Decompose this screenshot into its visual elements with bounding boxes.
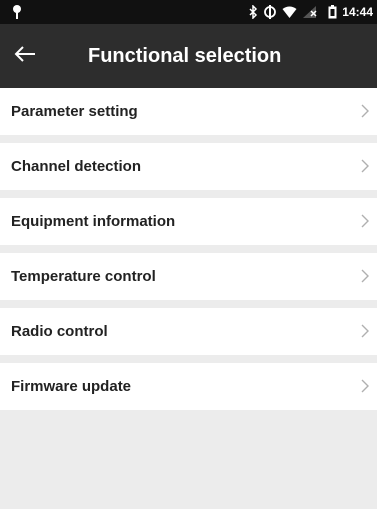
chevron-right-icon (361, 324, 369, 338)
status-time: 14:44 (342, 5, 373, 19)
menu-item-label: Parameter setting (11, 103, 138, 120)
menu-item-temperature-control[interactable]: Temperature control (0, 253, 377, 300)
menu-item-label: Temperature control (11, 268, 156, 285)
menu-item-label: Radio control (11, 323, 108, 340)
function-menu-list: Parameter setting Channel detection Equi… (0, 88, 377, 410)
chevron-right-icon (361, 104, 369, 118)
chevron-right-icon (361, 269, 369, 283)
sync-icon (263, 5, 277, 19)
chevron-right-icon (361, 214, 369, 228)
menu-item-label: Equipment information (11, 213, 176, 230)
title-bar: Functional selection (0, 24, 377, 88)
menu-item-firmware-update[interactable]: Firmware update (0, 363, 377, 410)
menu-item-label: Channel detection (11, 158, 142, 175)
status-icons: 14:44 (248, 0, 373, 24)
location-pin-icon (10, 3, 24, 21)
back-arrow-icon (14, 45, 36, 67)
menu-item-parameter-setting[interactable]: Parameter setting (0, 88, 377, 135)
no-signal-icon (302, 5, 317, 19)
chevron-right-icon (361, 159, 369, 173)
back-button[interactable] (10, 42, 40, 70)
status-bar: 14:44 (0, 0, 377, 24)
battery-icon (328, 5, 337, 19)
app-screen: 14:44 Functional selection Parameter set… (0, 0, 377, 509)
bluetooth-icon (248, 5, 258, 19)
chevron-right-icon (361, 379, 369, 393)
menu-item-channel-detection[interactable]: Channel detection (0, 143, 377, 190)
menu-item-equipment-information[interactable]: Equipment information (0, 198, 377, 245)
menu-item-label: Firmware update (11, 378, 132, 395)
menu-item-radio-control[interactable]: Radio control (0, 308, 377, 355)
wifi-icon (282, 6, 297, 19)
page-title: Functional selection (88, 45, 282, 67)
